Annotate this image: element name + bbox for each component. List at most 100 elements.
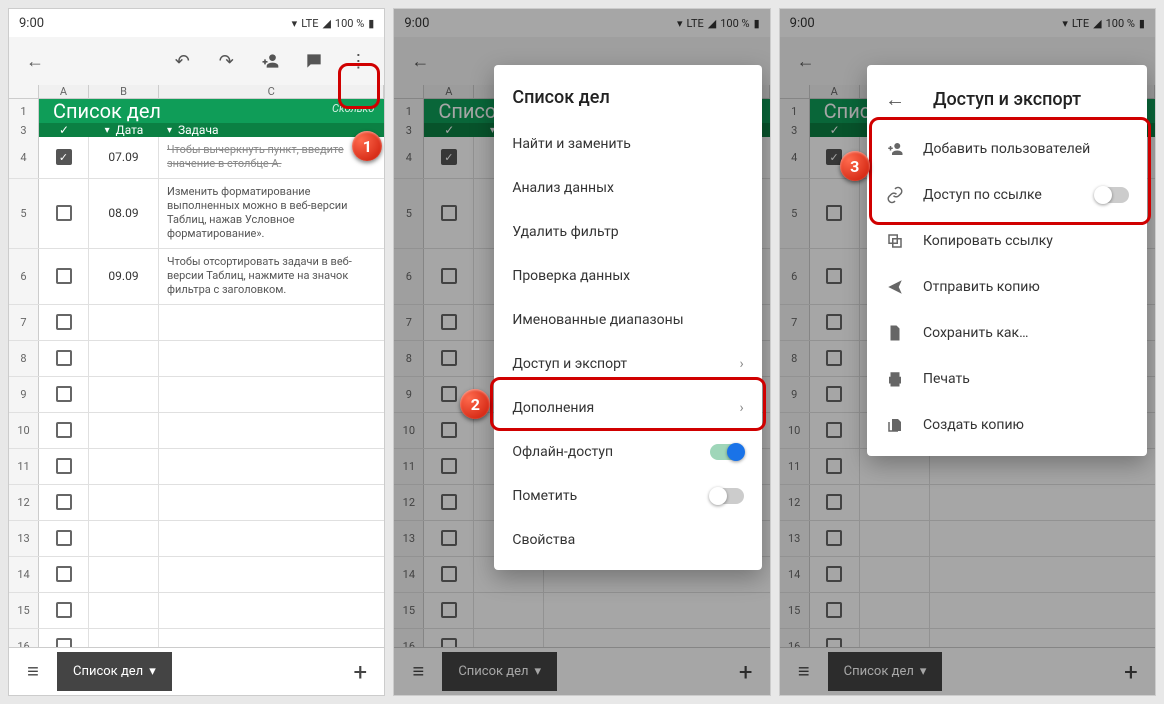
cell-checkbox[interactable] <box>39 593 89 628</box>
cell-task[interactable] <box>159 485 384 520</box>
cell-task[interactable] <box>159 449 384 484</box>
table-row[interactable]: 10 <box>9 413 384 449</box>
menu-item[interactable]: Копировать ссылку <box>867 218 1147 264</box>
cell-task[interactable] <box>159 593 384 628</box>
row-num[interactable]: 10 <box>9 413 39 448</box>
header-task[interactable]: ▾Задача <box>159 123 384 137</box>
col-header-c[interactable]: C <box>159 85 384 98</box>
row-num[interactable]: 1 <box>9 99 39 123</box>
table-row[interactable]: 9 <box>9 377 384 413</box>
cell-checkbox[interactable] <box>39 341 89 376</box>
cell-checkbox[interactable] <box>39 449 89 484</box>
cell-task[interactable]: Изменить форматирование выполненных можн… <box>159 179 384 248</box>
row-num[interactable]: 9 <box>9 377 39 412</box>
table-row[interactable]: 14 <box>9 557 384 593</box>
cell-task[interactable] <box>159 413 384 448</box>
table-row[interactable]: 12 <box>9 485 384 521</box>
cell-date[interactable] <box>89 341 159 376</box>
header-check[interactable]: ✓ <box>39 123 89 137</box>
row-num[interactable]: 14 <box>9 557 39 592</box>
menu-item[interactable]: Доступ и экспорт› <box>494 342 761 386</box>
cell-date[interactable] <box>89 629 159 647</box>
cell-date[interactable] <box>89 593 159 628</box>
cell-task[interactable]: Чтобы отсортировать задачи в веб-версии … <box>159 249 384 304</box>
row-num[interactable]: 12 <box>9 485 39 520</box>
cell-date[interactable]: 09.09 <box>89 249 159 304</box>
cell-checkbox[interactable] <box>39 305 89 340</box>
row-num[interactable]: 4 <box>9 137 39 178</box>
menu-item[interactable]: Анализ данных <box>494 166 761 210</box>
row-num[interactable]: 13 <box>9 521 39 556</box>
menu-item[interactable]: Создать копию <box>867 402 1147 448</box>
title-cell[interactable]: Список дел Сколько <box>39 99 384 123</box>
menu-item[interactable]: Доступ по ссылке <box>867 172 1147 218</box>
table-row[interactable]: 13 <box>9 521 384 557</box>
table-row[interactable]: 15 <box>9 593 384 629</box>
cell-date[interactable] <box>89 449 159 484</box>
cell-task[interactable] <box>159 629 384 647</box>
menu-item[interactable]: Офлайн-доступ <box>494 430 761 474</box>
toggle-switch[interactable] <box>710 444 744 460</box>
cell-date[interactable] <box>89 413 159 448</box>
cell-task[interactable] <box>159 377 384 412</box>
back-button[interactable]: ← <box>17 43 53 79</box>
menu-item[interactable]: Удалить фильтр <box>494 210 761 254</box>
table-row[interactable]: 11 <box>9 449 384 485</box>
cell-task[interactable] <box>159 557 384 592</box>
menu-item[interactable]: Свойства <box>494 518 761 562</box>
more-button[interactable]: ⋮ <box>340 43 376 79</box>
add-sheet-button[interactable]: + <box>336 658 384 686</box>
menu-item[interactable]: Именованные диапазоны <box>494 298 761 342</box>
row-num[interactable]: 8 <box>9 341 39 376</box>
cell-checkbox[interactable] <box>39 629 89 647</box>
col-header-a[interactable]: A <box>39 85 89 98</box>
menu-item[interactable]: Проверка данных <box>494 254 761 298</box>
cell-checkbox[interactable] <box>39 413 89 448</box>
cell-checkbox[interactable] <box>39 377 89 412</box>
table-row[interactable]: 7 <box>9 305 384 341</box>
cell-checkbox[interactable] <box>39 521 89 556</box>
menu-item[interactable]: Дополнения› <box>494 386 761 430</box>
cell-checkbox[interactable] <box>39 179 89 248</box>
row-num[interactable]: 5 <box>9 179 39 248</box>
cell-date[interactable] <box>89 557 159 592</box>
table-row[interactable]: 5 08.09 Изменить форматирование выполнен… <box>9 179 384 249</box>
cell-date[interactable] <box>89 521 159 556</box>
cell-task[interactable]: Чтобы вычеркнуть пункт, введите значение… <box>159 137 384 178</box>
cell-checkbox[interactable] <box>39 249 89 304</box>
header-date[interactable]: ▾Дата <box>89 123 159 137</box>
menu-item[interactable]: Найти и заменить <box>494 122 761 166</box>
comment-button[interactable] <box>296 43 332 79</box>
cell-checkbox[interactable] <box>39 557 89 592</box>
table-row[interactable]: 6 09.09 Чтобы отсортировать задачи в веб… <box>9 249 384 305</box>
cell-date[interactable]: 07.09 <box>89 137 159 178</box>
row-num[interactable]: 15 <box>9 593 39 628</box>
menu-item[interactable]: Отправить копию <box>867 264 1147 310</box>
menu-item[interactable]: Печать <box>867 356 1147 402</box>
cell-checkbox[interactable]: ✓ <box>39 137 89 178</box>
cell-date[interactable] <box>89 377 159 412</box>
row-num[interactable]: 7 <box>9 305 39 340</box>
table-row[interactable]: 16 <box>9 629 384 647</box>
menu-item[interactable]: Добавить пользователей <box>867 126 1147 172</box>
row-num[interactable]: 11 <box>9 449 39 484</box>
menu-item[interactable]: Пометить <box>494 474 761 518</box>
cell-checkbox[interactable] <box>39 485 89 520</box>
cell-date[interactable] <box>89 305 159 340</box>
sheet-tab[interactable]: Список дел ▾ <box>57 652 172 691</box>
col-header-b[interactable]: B <box>89 85 159 98</box>
add-person-button[interactable] <box>252 43 288 79</box>
row-num[interactable]: 16 <box>9 629 39 647</box>
cell-task[interactable] <box>159 341 384 376</box>
all-sheets-button[interactable]: ≡ <box>9 659 57 684</box>
table-row[interactable]: 8 <box>9 341 384 377</box>
menu-item[interactable]: Сохранить как… <box>867 310 1147 356</box>
menu-back-button[interactable]: ← <box>885 87 915 112</box>
undo-button[interactable]: ↶ <box>164 43 200 79</box>
cell-date[interactable] <box>89 485 159 520</box>
redo-button[interactable]: ↷ <box>208 43 244 79</box>
toggle-switch[interactable] <box>710 488 744 504</box>
table-row[interactable]: 4 ✓ 07.09 Чтобы вычеркнуть пункт, введит… <box>9 137 384 179</box>
cell-date[interactable]: 08.09 <box>89 179 159 248</box>
cell-task[interactable] <box>159 305 384 340</box>
